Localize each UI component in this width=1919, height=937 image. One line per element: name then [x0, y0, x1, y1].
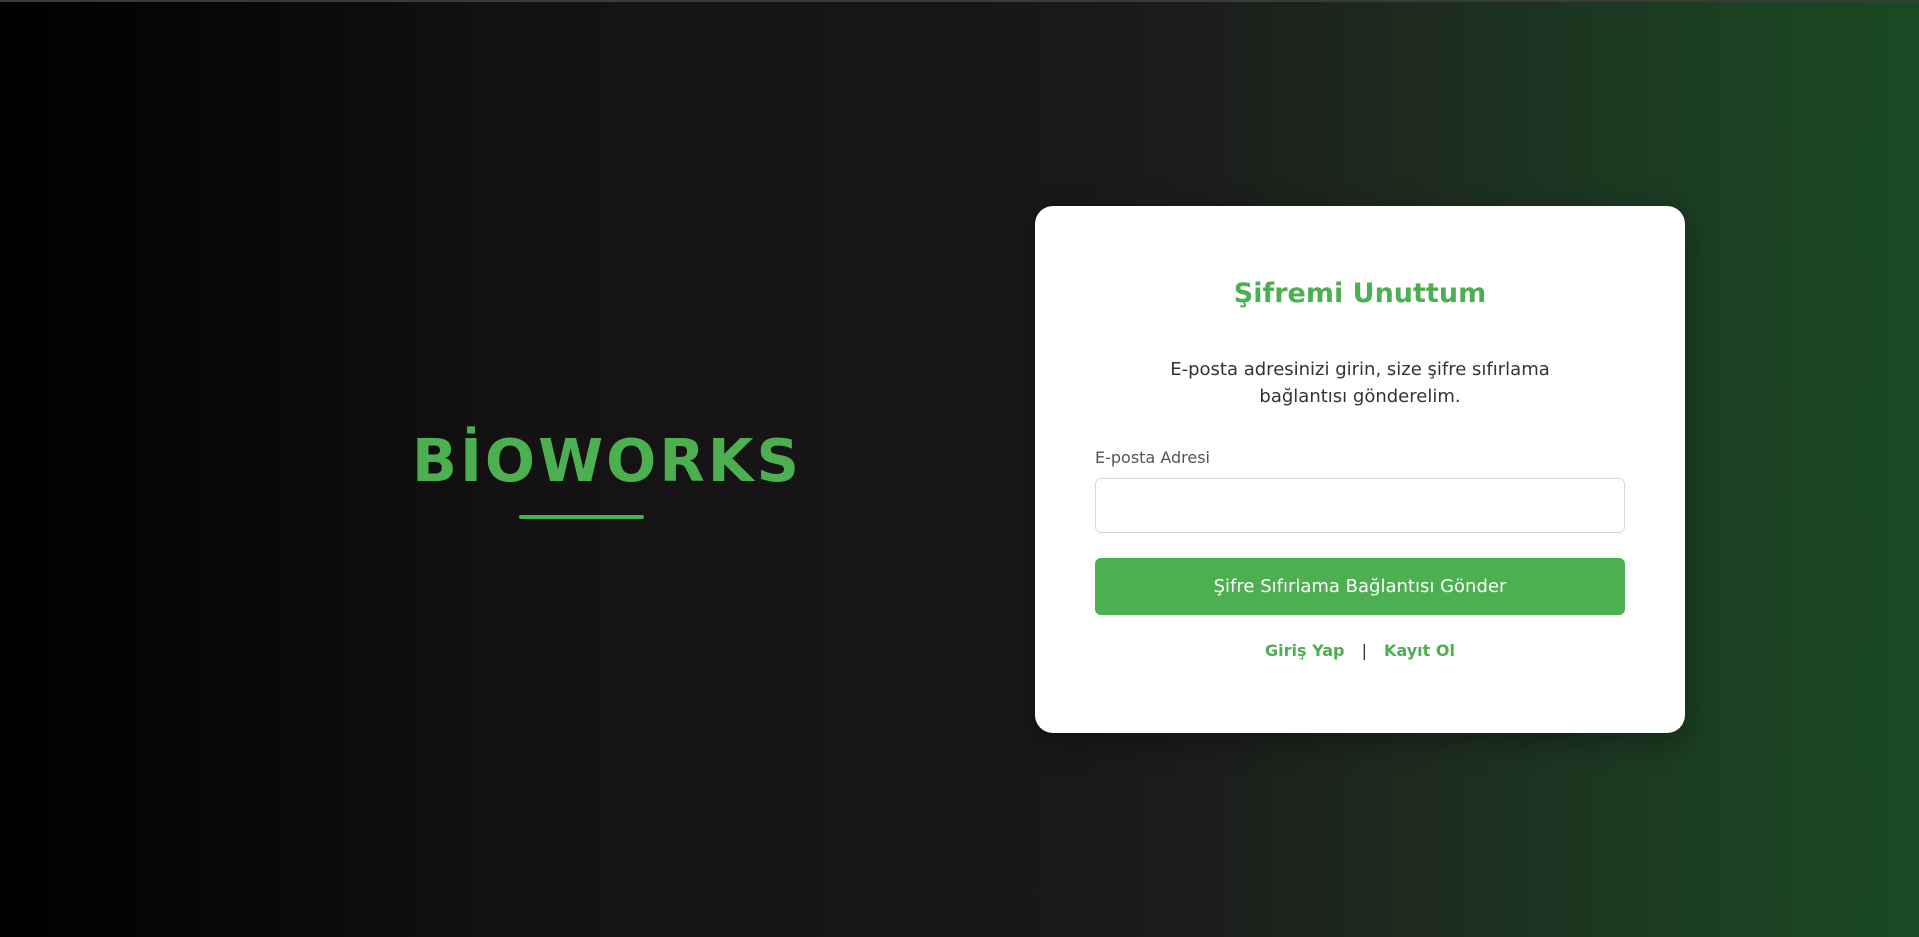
brand-underline	[519, 515, 644, 519]
auth-links: Giriş Yap | Kayıt Ol	[1035, 641, 1685, 660]
email-label: E-posta Adresi	[1095, 448, 1210, 467]
email-input[interactable]	[1095, 478, 1625, 533]
login-link[interactable]: Giriş Yap	[1265, 641, 1344, 660]
instructions-text: E-posta adresinizi girin, size şifre sıf…	[1170, 359, 1550, 407]
top-border	[0, 0, 1919, 2]
page-title: Şifremi Unuttum	[1233, 278, 1487, 309]
register-link[interactable]: Kayıt Ol	[1384, 641, 1455, 660]
forgot-password-card: Şifremi Unuttum E-posta adresinizi girin…	[1035, 206, 1685, 733]
send-reset-link-button[interactable]: Şifre Sıfırlama Bağlantısı Gönder	[1095, 558, 1625, 615]
brand-block: BİOWORKS	[412, 425, 802, 519]
link-separator: |	[1361, 641, 1367, 660]
brand-logo-text: BİOWORKS	[412, 426, 802, 495]
